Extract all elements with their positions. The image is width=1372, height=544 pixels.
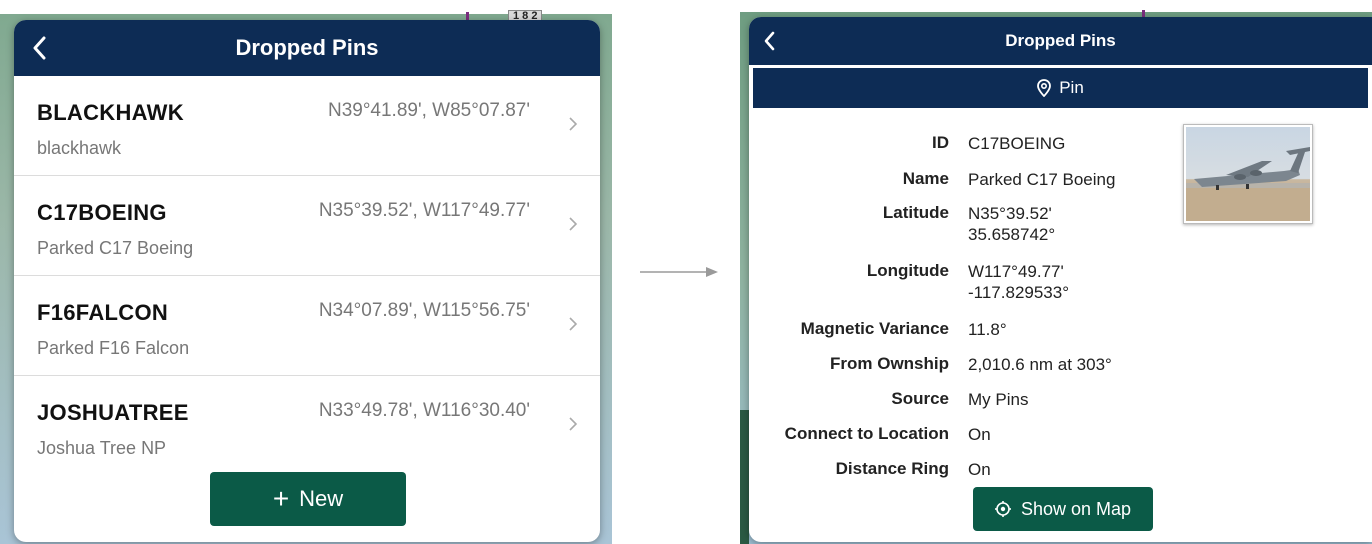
panel-header: Dropped Pins	[749, 17, 1372, 65]
detail-label: Longitude	[866, 261, 949, 280]
detail-value-decimal: 35.658742°	[968, 225, 1056, 244]
new-button-label: New	[299, 486, 344, 511]
chevron-right-icon	[569, 317, 578, 331]
detail-label: Latitude	[882, 203, 949, 222]
chevron-left-icon	[764, 31, 775, 51]
pin-name: Joshua Tree NP	[37, 438, 167, 458]
dropped-pins-list-panel: Dropped Pins BLACKHAWK N39°41.89', W85°0…	[14, 20, 600, 542]
pin-name: Parked F16 Falcon	[37, 338, 190, 358]
show-on-map-button[interactable]: Show on Map	[973, 487, 1153, 531]
pin-coordinates: N33°49.78', W116°30.40'	[318, 400, 530, 421]
screenshot-stage: 1 8 2 Dropped Pins BLACKHAWK N39°41.89',…	[0, 0, 1372, 544]
detail-label: Source	[891, 389, 949, 408]
pin-id: JOSHUATREE	[37, 400, 189, 425]
panel-header: Dropped Pins	[14, 20, 600, 76]
panel-title: Dropped Pins	[235, 35, 379, 60]
detail-value: 2,010.6 nm at 303°	[968, 355, 1112, 374]
plus-icon: +	[272, 483, 290, 514]
new-pin-button[interactable]: + New	[210, 472, 406, 526]
pin-id: F16FALCON	[37, 300, 169, 325]
detail-value: Parked C17 Boeing	[968, 170, 1116, 189]
back-button[interactable]	[32, 20, 46, 76]
detail-value: C17BOEING	[968, 134, 1066, 153]
pin-name: blackhawk	[37, 138, 122, 158]
pin-list-item[interactable]: BLACKHAWK N39°41.89', W85°07.87' blackha…	[14, 76, 600, 176]
pin-photo-thumbnail[interactable]	[1183, 124, 1313, 224]
detail-label: Name	[902, 169, 949, 188]
pin-subheader: Pin	[753, 68, 1368, 108]
chevron-right-icon	[569, 217, 578, 231]
chevron-left-icon	[33, 36, 46, 60]
pin-detail-panel: Dropped Pins Pin ID C17BOEING Name Parke…	[749, 17, 1372, 542]
detail-label: From Ownship	[830, 354, 949, 373]
aircraft-photo	[1186, 127, 1310, 221]
detail-label: Connect to Location	[784, 424, 949, 443]
pin-id: BLACKHAWK	[37, 100, 184, 125]
show-on-map-label: Show on Map	[1020, 498, 1132, 519]
detail-value: On	[968, 460, 991, 479]
chevron-right-icon	[569, 117, 578, 131]
target-icon	[994, 501, 1011, 517]
subheader-label: Pin	[1059, 78, 1084, 97]
detail-value: N35°39.52'	[968, 204, 1052, 223]
detail-value-decimal: -117.829533°	[968, 283, 1070, 302]
detail-value: W117°49.77'	[968, 262, 1064, 281]
aircraft-illustration	[1186, 147, 1310, 221]
pin-coordinates: N34°07.89', W115°56.75'	[318, 300, 530, 321]
detail-label: Magnetic Variance	[800, 319, 949, 338]
pin-name: Parked C17 Boeing	[37, 238, 194, 258]
panel-title: Dropped Pins	[1005, 31, 1116, 50]
pin-id: C17BOEING	[37, 200, 167, 225]
pin-coordinates: N35°39.52', W117°49.77'	[318, 200, 530, 221]
pin-list-item[interactable]: F16FALCON N34°07.89', W115°56.75' Parked…	[14, 276, 600, 376]
pin-list: BLACKHAWK N39°41.89', W85°07.87' blackha…	[14, 76, 600, 476]
arrow-right-icon	[640, 267, 718, 277]
detail-label: ID	[932, 133, 949, 152]
pin-list-item[interactable]: C17BOEING N35°39.52', W117°49.77' Parked…	[14, 176, 600, 276]
detail-label: Distance Ring	[835, 459, 949, 478]
detail-value: My Pins	[968, 390, 1029, 409]
pin-list-item[interactable]: JOSHUATREE N33°49.78', W116°30.40' Joshu…	[14, 376, 600, 476]
map-pin-icon	[1037, 79, 1052, 97]
detail-value: On	[968, 425, 991, 444]
detail-value: 11.8°	[968, 320, 1007, 339]
pin-coordinates: N39°41.89', W85°07.87'	[327, 100, 530, 121]
chevron-right-icon	[569, 417, 578, 431]
back-button[interactable]	[763, 17, 775, 65]
